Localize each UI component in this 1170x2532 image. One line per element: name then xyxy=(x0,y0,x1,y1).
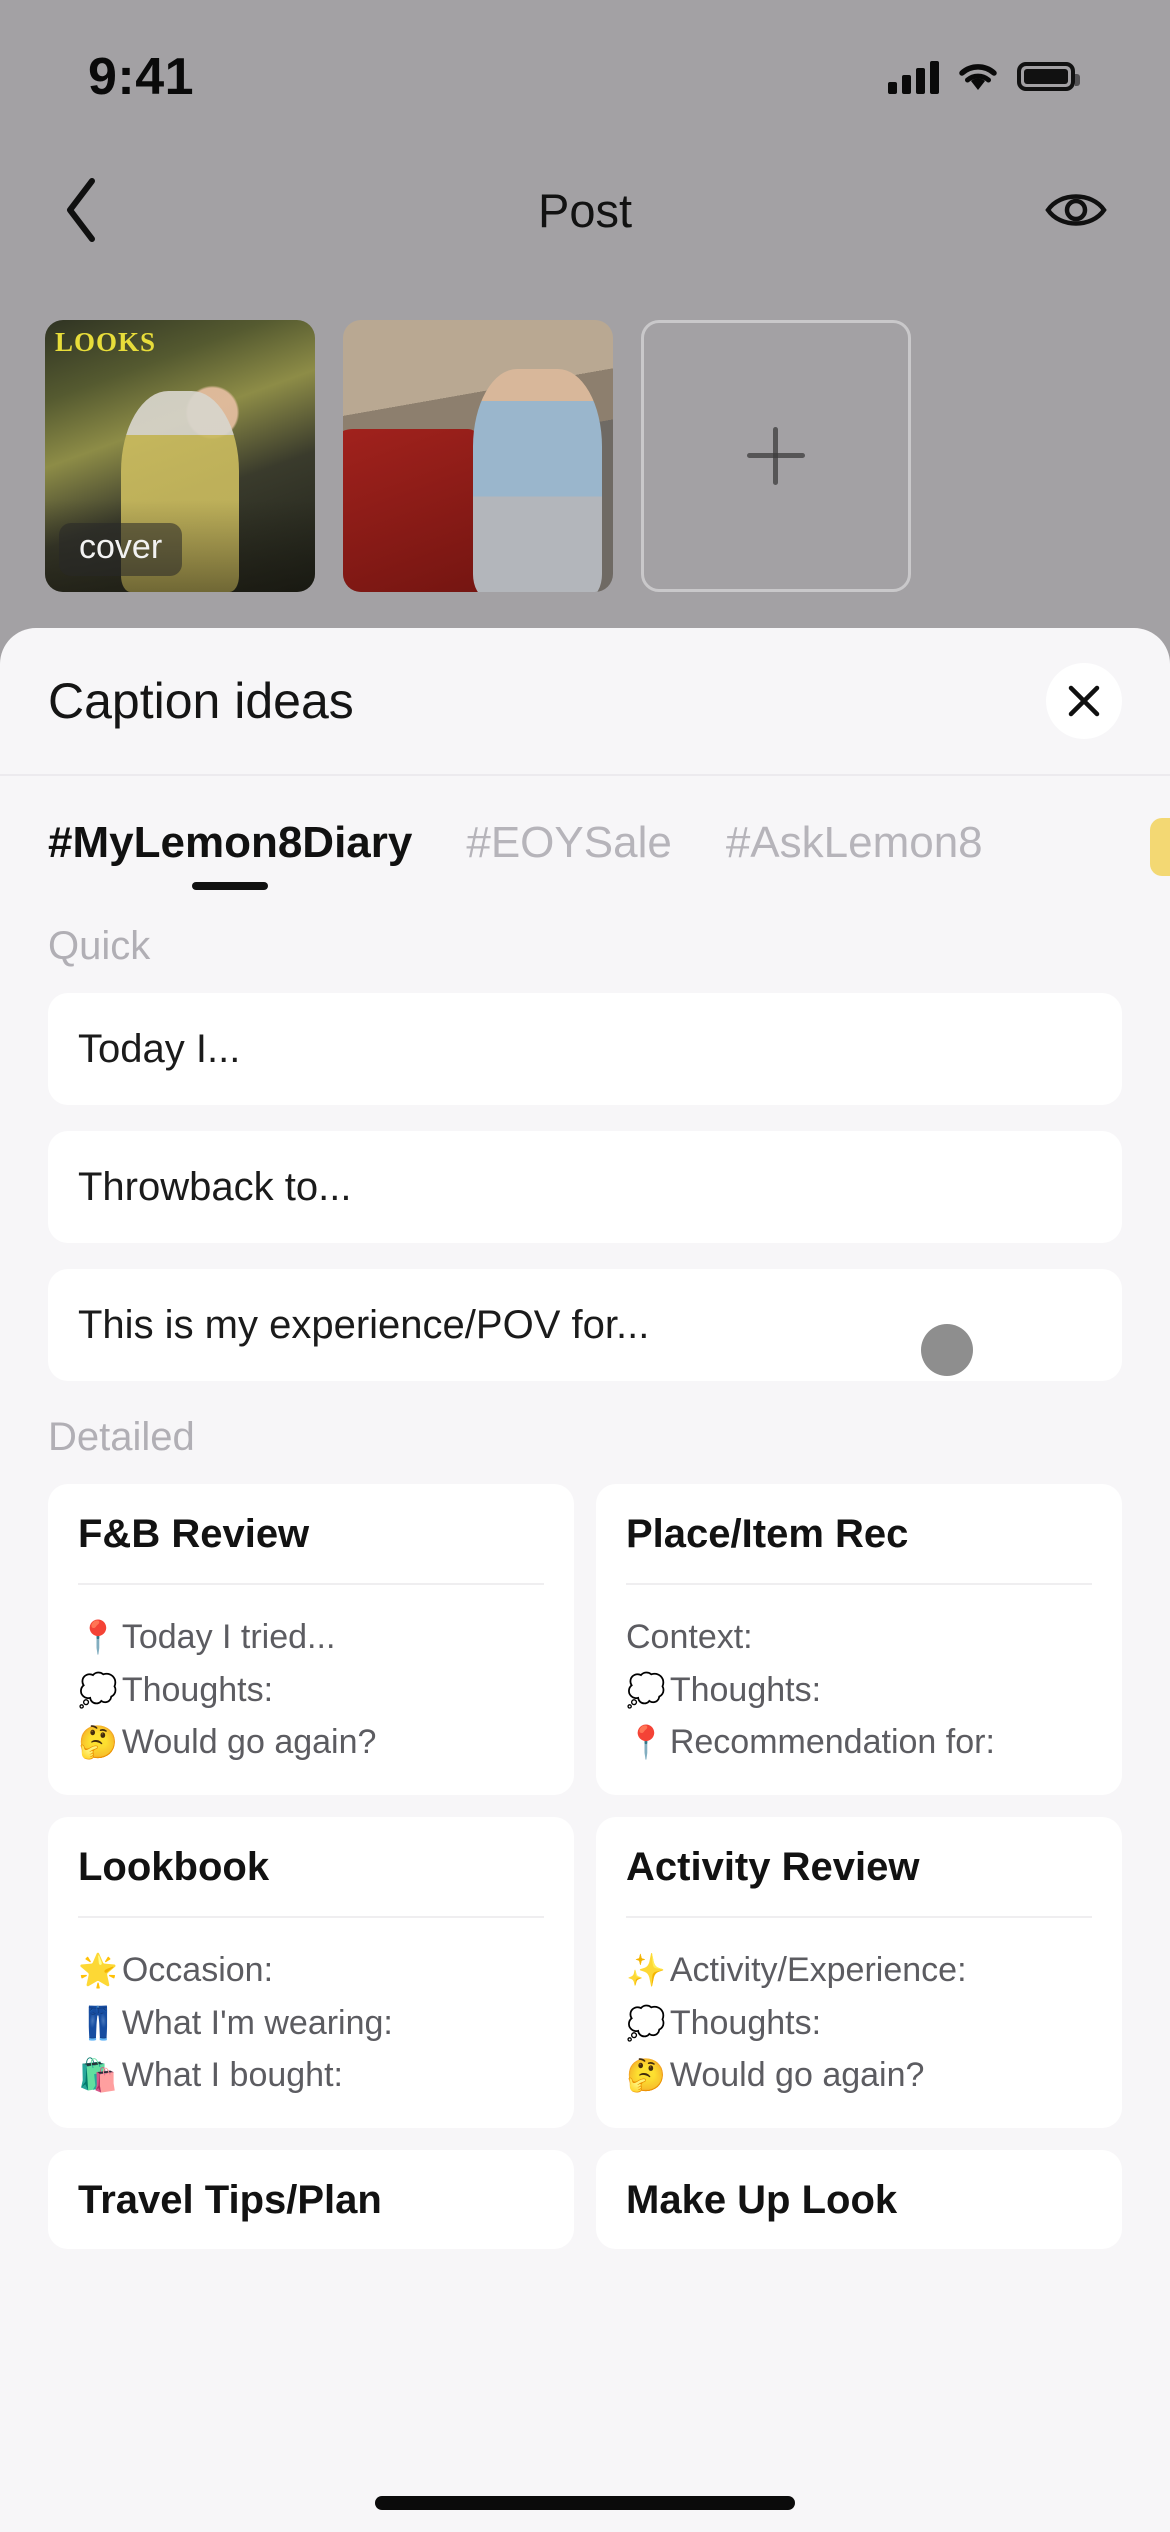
sheet-header: Caption ideas xyxy=(0,628,1170,776)
detailed-section-label: Detailed xyxy=(48,1415,195,1459)
thumbnail-overlay-text: LOOKS xyxy=(55,327,157,357)
detail-card-line: ✨ Activity/Experience: xyxy=(626,1944,1092,1997)
detail-line-text: Thoughts: xyxy=(669,1670,822,1709)
detail-card-lookbook[interactable]: Lookbook 🌟 Occasion: 👖 What I'm wearing: 🛍… xyxy=(48,1817,574,2129)
detail-card-title: Activity Review xyxy=(626,1845,1092,1919)
detail-card-line: 💭 Thoughts: xyxy=(626,1997,1092,2050)
detail-card-make-up-look[interactable]: Make Up Look xyxy=(596,2150,1122,2250)
quick-card-list: Today I... Throwback to... This is my ex… xyxy=(0,969,1170,1381)
close-button[interactable] xyxy=(1046,663,1122,739)
detail-card-line: 🛍️ What I bought: xyxy=(78,2049,544,2102)
jeans-icon: 👖 xyxy=(78,2004,118,2041)
plus-icon xyxy=(747,427,805,485)
navigation-bar: Post xyxy=(0,155,1170,265)
cellular-signal-icon xyxy=(888,60,939,94)
detail-card-line: 🌟 Occasion: xyxy=(78,1944,544,1997)
shopping-bags-icon: 🛍️ xyxy=(78,2057,118,2094)
thinking-face-icon: 🤔 xyxy=(78,1724,118,1761)
detail-card-line: 💭 Thoughts: xyxy=(626,1664,1092,1717)
detail-line-text: Context: xyxy=(626,1618,753,1656)
quick-card[interactable]: Throwback to... xyxy=(48,1131,1122,1243)
battery-icon xyxy=(1017,62,1080,91)
status-time: 9:41 xyxy=(88,47,195,106)
thumbnail-image xyxy=(343,320,613,592)
tab-overflow-peek[interactable] xyxy=(1150,818,1170,876)
pin-icon: 📍 xyxy=(78,1619,118,1655)
touch-cursor xyxy=(921,1324,973,1376)
detail-card-line: 👖 What I'm wearing: xyxy=(78,1997,544,2050)
detail-line-text: Would go again? xyxy=(669,2056,925,2095)
detail-card-title: Make Up Look xyxy=(626,2178,898,2223)
media-thumbnail-row: LOOKS cover xyxy=(45,320,911,592)
detail-line-text: Recommendation for: xyxy=(669,1723,995,1762)
home-indicator xyxy=(375,2496,795,2510)
thought-balloon-icon: 💭 xyxy=(626,2004,666,2041)
detail-card-activity-review[interactable]: Activity Review ✨ Activity/Experience: 💭 T… xyxy=(596,1817,1122,2129)
quick-section-label: Quick xyxy=(48,924,151,968)
thought-balloon-icon: 💭 xyxy=(626,1671,666,1708)
tab-eoysale[interactable]: #EOYSale xyxy=(466,818,671,890)
detail-line-text: What I bought: xyxy=(121,2056,343,2095)
detail-card-line: 💭 Thoughts: xyxy=(78,1664,544,1717)
media-thumbnail-second[interactable] xyxy=(343,320,613,592)
detail-line-text: Activity/Experience: xyxy=(669,1951,967,1990)
status-bar: 9:41 xyxy=(0,0,1170,135)
add-media-button[interactable] xyxy=(641,320,911,592)
sparkles-icon: ✨ xyxy=(626,1952,666,1989)
detail-card-fb-review[interactable]: F&B Review 📍 Today I tried... 💭 Thoughts: … xyxy=(48,1484,574,1796)
status-icons xyxy=(888,42,1080,94)
detail-card-line: 📍 Recommendation for: xyxy=(626,1716,1092,1769)
detail-line-text: Would go again? xyxy=(121,1723,377,1762)
detail-line-text: Occasion: xyxy=(121,1951,274,1990)
detail-card-title: Travel Tips/Plan xyxy=(78,2178,382,2223)
media-thumbnail-cover[interactable]: LOOKS cover xyxy=(45,320,315,592)
pin-icon: 📍 xyxy=(626,1724,666,1761)
detail-line-text: Today I tried... xyxy=(121,1618,336,1656)
detail-line-text: Thoughts: xyxy=(121,1670,274,1709)
detail-line-text: Thoughts: xyxy=(669,2003,822,2042)
thought-balloon-icon: 💭 xyxy=(78,1671,118,1708)
detail-card-title: Place/Item Rec xyxy=(626,1512,1092,1585)
cover-badge: cover xyxy=(59,523,183,576)
detail-card-title: F&B Review xyxy=(78,1512,544,1585)
detail-card-line: 📍 Today I tried... xyxy=(78,1611,544,1664)
hashtag-tabs: #MyLemon8Diary #EOYSale #AskLemon8 xyxy=(0,776,1170,890)
sheet-title: Caption ideas xyxy=(48,673,354,729)
detail-line-text: What I'm wearing: xyxy=(121,2003,393,2042)
detail-card-travel-tips[interactable]: Travel Tips/Plan xyxy=(48,2150,574,2250)
wifi-icon xyxy=(957,61,999,93)
detail-card-place-item-rec[interactable]: Place/Item Rec Context: 💭 Thoughts: 📍 Reco… xyxy=(596,1484,1122,1796)
detail-card-line: 🤔 Would go again? xyxy=(78,1716,544,1769)
quick-card[interactable]: Today I... xyxy=(48,993,1122,1105)
page-title: Post xyxy=(537,183,633,237)
glowing-star-icon: 🌟 xyxy=(78,1952,118,1989)
tab-mylemon8diary[interactable]: #MyLemon8Diary xyxy=(48,818,412,890)
detailed-card-grid: F&B Review 📍 Today I tried... 💭 Thoughts: … xyxy=(0,1460,1170,2250)
thinking-face-icon: 🤔 xyxy=(626,2057,666,2094)
detail-card-title: Lookbook xyxy=(78,1845,544,1919)
caption-ideas-sheet: Caption ideas #MyLemon8Diary #EOYSale #A… xyxy=(0,628,1170,2532)
tab-asklemon8[interactable]: #AskLemon8 xyxy=(726,818,983,890)
detail-card-line: 🤔 Would go again? xyxy=(626,2049,1092,2102)
detail-card-line: Context: xyxy=(626,1611,1092,1664)
